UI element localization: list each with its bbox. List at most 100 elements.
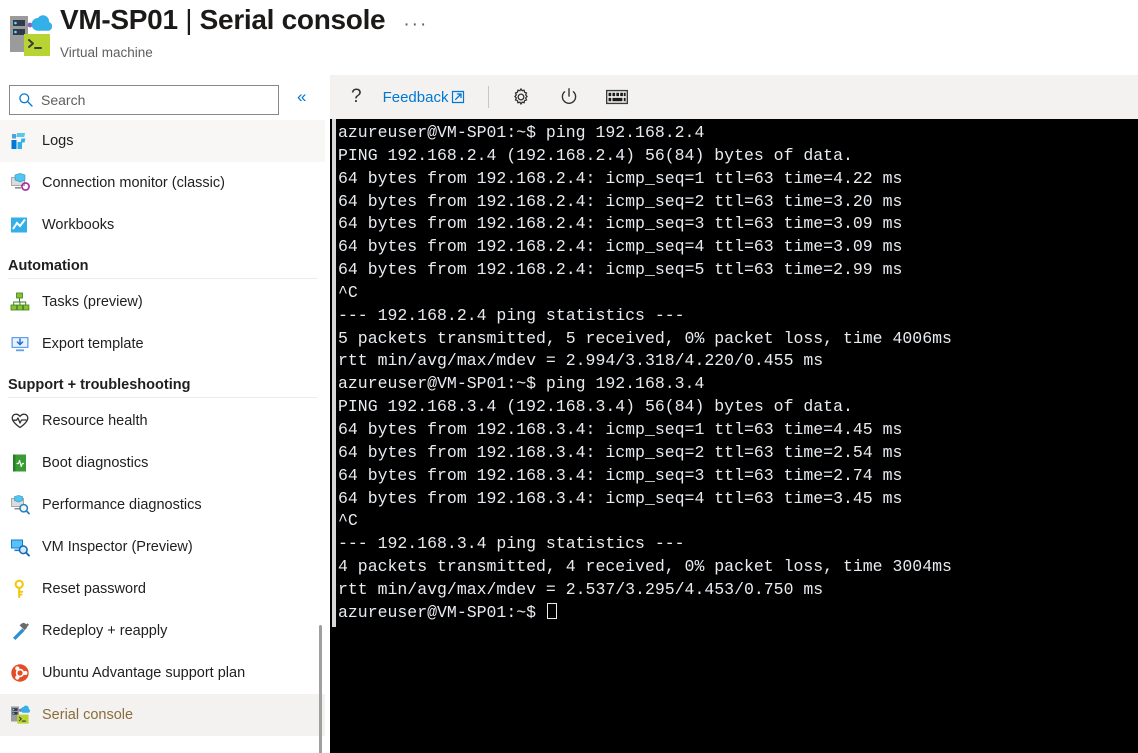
performance-diagnostics-icon: [11, 495, 30, 515]
power-button[interactable]: [547, 82, 591, 112]
vm-inspector-icon: [11, 539, 30, 557]
sidebar-item-logs[interactable]: Logs: [0, 120, 325, 162]
sidebar-item-performance-diagnostics[interactable]: Performance diagnostics: [0, 484, 325, 526]
sidebar-item-workbooks[interactable]: Workbooks: [0, 204, 325, 246]
sidebar-item-reset-password[interactable]: Reset password: [0, 568, 325, 610]
terminal-cursor: [546, 602, 557, 619]
nav-group-divider: [8, 397, 317, 398]
console-toolbar: ? Feedback: [330, 75, 1138, 119]
resource-menu-sidebar: Logs Connection monitor (classic) Workbook…: [0, 80, 325, 753]
terminal-output-area[interactable]: azureuser@VM-SP01:~$ ping 192.168.2.4 PIN…: [330, 119, 1138, 753]
terminal-line: --- 192.168.2.4 ping statistics ---: [338, 305, 685, 325]
hammer-icon: [13, 622, 29, 640]
feedback-label: Feedback: [382, 88, 449, 106]
nav-group-divider: [8, 278, 317, 279]
sidebar-scrollbar-thumb[interactable]: [319, 625, 322, 753]
terminal-line: 64 bytes from 192.168.2.4: icmp_seq=4 tt…: [338, 237, 903, 257]
nav-group-heading: Automation: [8, 258, 89, 274]
gear-icon: [514, 87, 529, 106]
sidebar-item-label: Ubuntu Advantage support plan: [42, 665, 246, 681]
logs-icon: [11, 133, 26, 149]
terminal-line: PING 192.168.2.4 (192.168.2.4) 56(84) by…: [338, 145, 853, 165]
terminal-line: ^C: [338, 282, 358, 302]
sidebar-item-redeploy-reapply[interactable]: Redeploy + reapply: [0, 610, 325, 652]
page-title-separator: |: [177, 4, 200, 35]
boot-diagnostics-icon: [13, 454, 26, 472]
resource-menu-list: Logs Connection monitor (classic) Workbook…: [0, 120, 325, 753]
sidebar-item-label: Connection monitor (classic): [42, 175, 225, 191]
sidebar-item-label: Logs: [42, 133, 74, 149]
terminal-prompt: azureuser@VM-SP01:~$: [338, 602, 546, 622]
settings-button[interactable]: [499, 82, 543, 112]
serial-console-page: VM-SP01 | Serial console ··· Virtual mac…: [0, 0, 1138, 753]
virtual-machine-serial-console-icon: [10, 15, 52, 56]
keyboard-icon: [606, 89, 629, 105]
terminal-line: --- 192.168.3.4 ping statistics ---: [338, 534, 685, 554]
terminal-line: 64 bytes from 192.168.2.4: icmp_seq=1 tt…: [338, 168, 903, 188]
sidebar-item-connection-monitor-classic[interactable]: Connection monitor (classic): [0, 162, 325, 204]
sidebar-item-label: VM Inspector (Preview): [42, 539, 193, 555]
sidebar-item-label: Boot diagnostics: [42, 455, 149, 471]
workbooks-icon: [11, 217, 27, 233]
keyboard-button[interactable]: [595, 82, 639, 112]
key-icon: [14, 579, 24, 599]
search-box[interactable]: [9, 85, 279, 115]
power-icon: [562, 88, 577, 104]
sidebar-item-vm-inspector-preview[interactable]: VM Inspector (Preview): [0, 526, 325, 568]
serial-console-panel: ? Feedback azureuser@VM-SP01:~$ ping 192…: [330, 75, 1138, 753]
page-title-section: Serial console: [199, 4, 386, 35]
terminal-line: 64 bytes from 192.168.2.4: icmp_seq=3 tt…: [338, 214, 903, 234]
connection-monitor-icon: [11, 173, 30, 191]
sidebar-item-boot-diagnostics[interactable]: Boot diagnostics: [0, 442, 325, 484]
terminal-line: 64 bytes from 192.168.2.4: icmp_seq=5 tt…: [338, 260, 903, 280]
terminal-line: 64 bytes from 192.168.3.4: icmp_seq=4 tt…: [338, 488, 903, 508]
terminal-scrollbar-thumb[interactable]: [332, 119, 336, 627]
terminal-line: 4 packets transmitted, 4 received, 0% pa…: [338, 557, 952, 577]
tasks-icon: [10, 292, 30, 311]
terminal-prompt-line: azureuser@VM-SP01:~$: [338, 602, 1138, 625]
export-template-icon: [11, 337, 29, 352]
sidebar-item-label: Serial console: [42, 707, 134, 723]
collapse-menu-button[interactable]: «: [297, 88, 306, 105]
terminal-line: rtt min/avg/max/mdev = 2.994/3.318/4.220…: [338, 351, 824, 371]
sidebar-item-label: Tasks (preview): [42, 294, 143, 310]
page-title: VM-SP01 | Serial console: [60, 4, 386, 36]
page-header: VM-SP01 | Serial console ··· Virtual mac…: [0, 0, 1138, 75]
more-options-button[interactable]: ···: [403, 15, 428, 34]
sidebar-item-label: Resource health: [42, 413, 148, 429]
terminal-line: rtt min/avg/max/mdev = 2.537/3.295/4.453…: [338, 579, 824, 599]
terminal-line: azureuser@VM-SP01:~$ ping 192.168.3.4: [338, 374, 705, 394]
terminal-text: azureuser@VM-SP01:~$ ping 192.168.2.4 PIN…: [338, 122, 1138, 625]
sidebar-item-label: Performance diagnostics: [42, 497, 202, 513]
terminal-line: 64 bytes from 192.168.2.4: icmp_seq=2 tt…: [338, 191, 903, 211]
nav-group-heading: Support + troubleshooting: [8, 377, 191, 393]
terminal-line: 5 packets transmitted, 5 received, 0% pa…: [338, 328, 952, 348]
terminal-line: ^C: [338, 511, 358, 531]
search-icon: [19, 93, 33, 107]
sidebar-item-label: Workbooks: [42, 217, 115, 233]
help-button[interactable]: ?: [342, 82, 371, 112]
terminal-line: 64 bytes from 192.168.3.4: icmp_seq=2 tt…: [338, 442, 903, 462]
sidebar-item-label: Export template: [42, 336, 144, 352]
page-subtitle: Virtual machine: [60, 45, 153, 60]
sidebar-item-label: Reset password: [42, 581, 146, 597]
sidebar-item-label: Redeploy + reapply: [42, 623, 168, 639]
external-link-icon: [452, 90, 465, 104]
sidebar-item-ubuntu-advantage-support-plan[interactable]: Ubuntu Advantage support plan: [0, 652, 325, 694]
sidebar-item-serial-console[interactable]: Serial console: [0, 694, 325, 736]
sidebar-item-resource-health[interactable]: Resource health: [0, 400, 325, 442]
ubuntu-icon: [11, 664, 29, 682]
resource-health-icon: [11, 413, 29, 429]
sidebar-item-export-template[interactable]: Export template: [0, 323, 325, 365]
terminal-line: 64 bytes from 192.168.3.4: icmp_seq=3 tt…: [338, 465, 903, 485]
toolbar-divider: [488, 86, 490, 108]
search-input[interactable]: [41, 92, 256, 108]
serial-console-icon: [11, 705, 30, 724]
terminal-line: PING 192.168.3.4 (192.168.3.4) 56(84) by…: [338, 397, 853, 417]
terminal-line: 64 bytes from 192.168.3.4: icmp_seq=1 tt…: [338, 419, 903, 439]
page-title-resource: VM-SP01: [60, 4, 178, 35]
feedback-button[interactable]: Feedback: [375, 82, 475, 112]
page-title-row: VM-SP01 | Serial console ···: [60, 4, 428, 36]
search-container: [9, 85, 279, 115]
sidebar-item-tasks-preview[interactable]: Tasks (preview): [0, 281, 325, 323]
